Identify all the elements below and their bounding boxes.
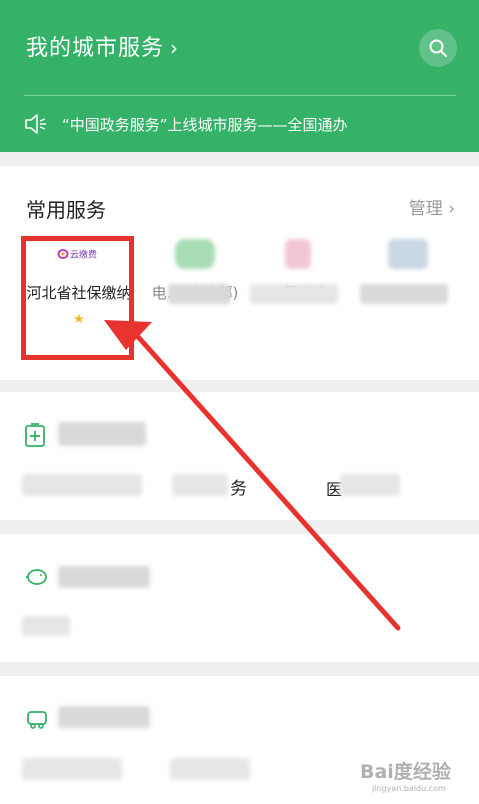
service-item-4[interactable] — [348, 232, 468, 282]
service-3-icon — [276, 232, 320, 276]
header-divider — [24, 95, 456, 96]
medical-icon — [25, 423, 45, 447]
manage-link[interactable]: 管理 › — [409, 194, 455, 219]
car-icon — [27, 711, 47, 729]
service-section-finance — [0, 534, 479, 662]
common-services-title: 常用服务 — [26, 198, 106, 222]
search-button[interactable] — [419, 29, 457, 67]
row-text: 务 — [230, 479, 247, 499]
watermark: Bai度经验 — [360, 761, 451, 783]
highlight-box — [21, 236, 134, 360]
service-2-icon — [173, 232, 217, 276]
notice-text: “中国政务服务”上线城市服务——全国通办 — [62, 115, 348, 134]
city-service-header: 我的城市服务 › “中国政务服务”上线城市服务——全国通办 — [0, 0, 479, 152]
notice-bar[interactable]: “中国政务服务”上线城市服务——全国通办 — [24, 112, 348, 136]
search-icon — [429, 39, 447, 57]
service-section-medical: 务 医 — [0, 392, 479, 520]
chevron-right-icon: › — [170, 36, 180, 60]
page-title[interactable]: 我的城市服务 › — [26, 30, 179, 62]
page-title-text: 我的城市服务 — [26, 36, 165, 61]
watermark-url: jingyan.baidu.com — [372, 784, 446, 793]
service-4-icon — [386, 232, 430, 276]
speaker-icon — [25, 114, 46, 134]
piggy-bank-icon — [26, 569, 47, 585]
